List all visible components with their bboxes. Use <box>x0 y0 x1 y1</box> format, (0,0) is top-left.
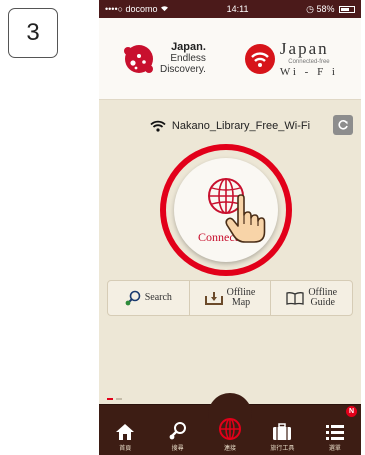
refresh-icon <box>338 120 348 130</box>
tab-connect[interactable]: 連接 <box>204 393 256 455</box>
jnto-line-1: Japan. <box>171 41 206 53</box>
refresh-button[interactable] <box>333 115 353 135</box>
carrier-label: ••••○ docomo <box>105 4 169 14</box>
network-ssid: Nakano_Library_Free_Wi-Fi <box>171 120 311 132</box>
wifi-logo-subtitle: Connected-free <box>288 59 330 65</box>
connect-button[interactable]: Connect <box>174 158 278 262</box>
page-indicator <box>107 398 122 400</box>
tab-search-label: 搜尋 <box>171 446 184 452</box>
menu-list-icon <box>325 425 344 440</box>
wifi-logo-title: Japan <box>279 39 329 58</box>
search-icon <box>169 422 186 440</box>
tab-menu[interactable]: N 選單 <box>309 405 361 455</box>
phone-screen: ••••○ docomo 14:11 ◷ 58% Japan. Endless … <box>99 0 361 455</box>
offline-map-label: Offline Map <box>226 287 256 308</box>
globe-tab-icon <box>219 418 242 440</box>
cherry-blossom-logo-icon <box>123 44 153 73</box>
wifi-logo-bottom: Wi - F i <box>279 66 338 78</box>
offline-guide-label: Offline Guide <box>308 287 338 308</box>
book-icon <box>286 292 304 305</box>
main-content: Nakano_Library_Free_Wi-Fi Connect Search… <box>99 100 361 405</box>
japan-wifi-logo-icon <box>244 43 275 74</box>
connect-area: Connect <box>160 144 292 276</box>
jnto-logo: Japan. Endless Discovery. <box>122 42 206 76</box>
search-shortcut-button[interactable]: Search <box>108 281 190 315</box>
home-icon <box>116 424 135 440</box>
page-dot-active <box>107 398 113 400</box>
tab-search[interactable]: 搜尋 <box>151 405 203 455</box>
header-logos: Japan. Endless Discovery. Japan Connecte… <box>99 18 361 100</box>
shortcut-bar: Search Offline Map Offline Guide <box>107 280 353 316</box>
status-bar: ••••○ docomo 14:11 ◷ 58% <box>99 0 361 18</box>
battery-icon <box>339 5 355 13</box>
tab-menu-label: 選單 <box>328 446 341 452</box>
new-badge: N <box>346 406 358 417</box>
download-map-icon <box>204 292 223 305</box>
tab-connect-label: 連接 <box>224 446 237 452</box>
page-dot <box>116 398 122 400</box>
tab-home[interactable]: 首頁 <box>99 405 151 455</box>
clock-label: 14:11 <box>226 4 249 14</box>
suitcase-icon <box>273 423 292 440</box>
step-number-badge: 3 <box>8 8 58 58</box>
alarm-icon: ◷ <box>306 3 314 14</box>
bottom-tab-bar: 首頁 搜尋 連接 旅行工具 N 選單 <box>99 393 361 455</box>
search-pin-icon <box>125 290 141 306</box>
wifi-status-icon <box>160 4 169 14</box>
network-row: Nakano_Library_Free_Wi-Fi <box>99 114 361 138</box>
offline-guide-button[interactable]: Offline Guide <box>271 281 352 315</box>
search-shortcut-label: Search <box>144 292 172 303</box>
offline-map-button[interactable]: Offline Map <box>190 281 272 315</box>
wifi-icon <box>150 120 166 132</box>
jnto-line-2: Endless <box>170 53 206 64</box>
tab-travel-tools[interactable]: 旅行工具 <box>256 405 308 455</box>
japan-wifi-logo: Japan Connected-free Wi - F i <box>244 39 338 78</box>
battery-status: ◷ 58% <box>306 4 355 15</box>
tab-home-label: 首頁 <box>119 446 132 452</box>
tab-travel-tools-label: 旅行工具 <box>270 446 295 452</box>
jnto-line-3: Discovery. <box>159 64 206 75</box>
tap-hand-icon <box>225 194 266 243</box>
